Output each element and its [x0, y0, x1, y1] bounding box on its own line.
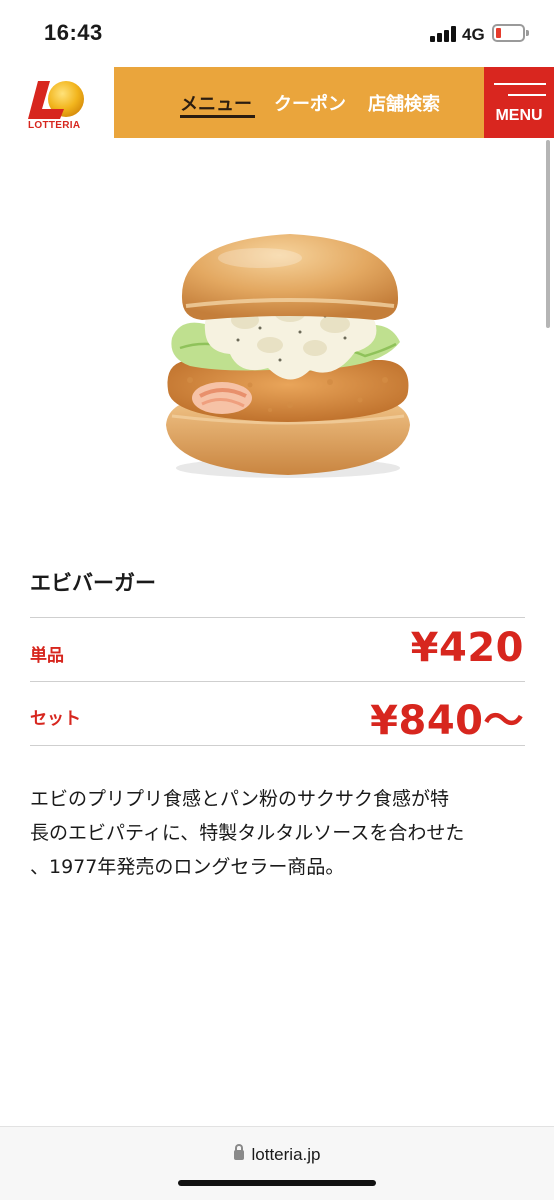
- divider: [30, 617, 525, 618]
- hamburger-line: [508, 94, 546, 96]
- global-nav: メニュー クーポン 店舗検索: [114, 67, 484, 138]
- description-line: 長のエビパティに、特製タルタルソースを合わせた: [30, 822, 465, 844]
- url-display[interactable]: lotteria.jp: [0, 1144, 554, 1165]
- description-line: エビのプリプリ食感とパン粉のサクサク食感が特: [30, 788, 449, 810]
- menu-button-label: MENU: [495, 107, 543, 124]
- home-indicator[interactable]: [178, 1180, 376, 1186]
- hamburger-icon: [494, 83, 546, 85]
- divider: [30, 745, 525, 746]
- nav-item-store-search[interactable]: 店舗検索: [368, 90, 440, 116]
- url-text: lotteria.jp: [251, 1145, 321, 1164]
- site-header: LOTTERIA メニュー クーポン 店舗検索 MENU: [0, 67, 554, 138]
- logo-wordmark: LOTTERIA: [28, 120, 81, 131]
- product-name: エビバーガー: [30, 571, 156, 595]
- divider: [30, 681, 525, 682]
- description-line: 、1977年発売のロングセラー商品。: [30, 856, 345, 878]
- status-time: 16:43: [44, 20, 103, 45]
- cellular-signal-icon: [430, 26, 456, 42]
- menu-button[interactable]: MENU: [484, 67, 554, 138]
- browser-address-bar[interactable]: lotteria.jp: [0, 1126, 554, 1200]
- shrimp-burger-image: [150, 220, 420, 490]
- lock-icon: [233, 1144, 244, 1160]
- battery-low-icon: [492, 24, 529, 42]
- network-type: 4G: [462, 25, 485, 44]
- price-value-single: ¥420: [410, 625, 524, 671]
- scrollbar-thumb[interactable]: [546, 140, 550, 328]
- nav-item-menu[interactable]: メニュー: [180, 90, 252, 116]
- status-bar: 16:43 4G: [0, 0, 554, 66]
- price-label-single: 単品: [30, 646, 64, 666]
- price-value-set: ¥840〜: [370, 698, 524, 744]
- nav-active-underline: [180, 115, 255, 118]
- nav-item-coupon[interactable]: クーポン: [274, 90, 346, 116]
- price-label-set: セット: [30, 709, 81, 729]
- product-description: エビのプリプリ食感とパン粉のサクサク食感が特 長のエビパティに、特製タルタルソー…: [30, 782, 530, 884]
